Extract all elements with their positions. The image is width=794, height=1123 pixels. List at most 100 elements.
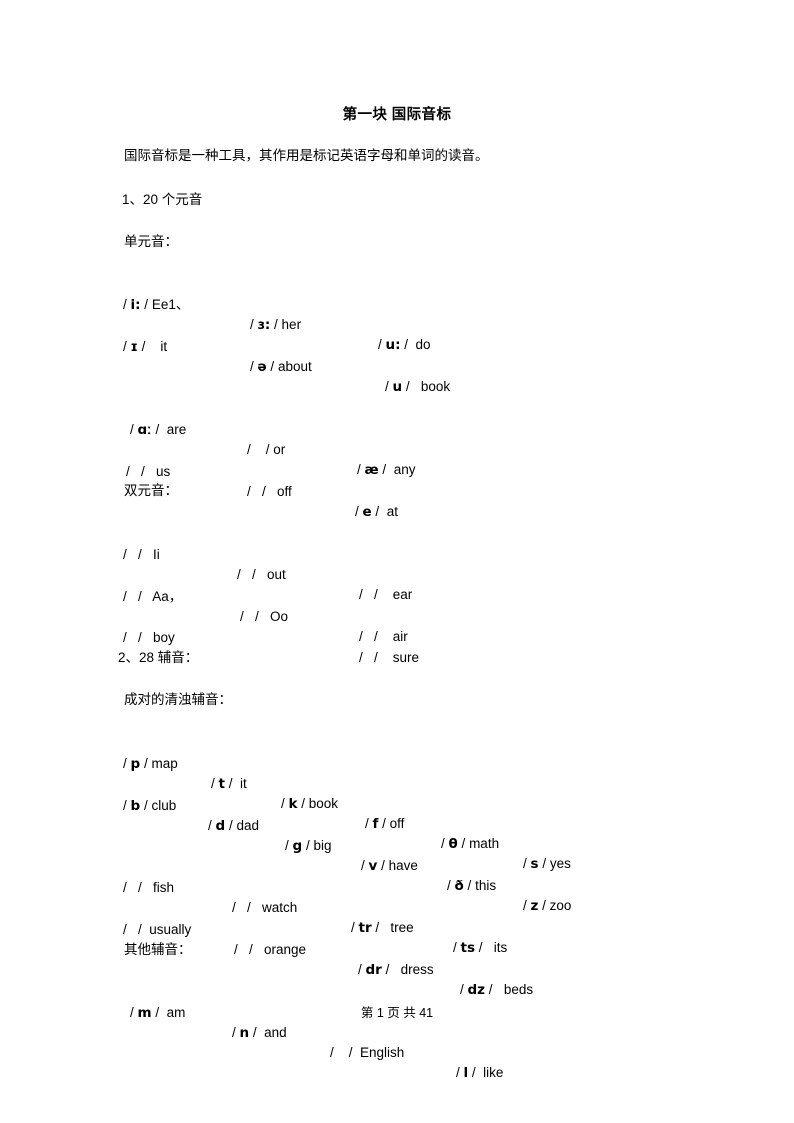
example-word: usually: [149, 922, 192, 937]
ipa-symbol: p: [130, 756, 141, 772]
phonetic-entry: / dr / dress: [358, 962, 434, 978]
voiceless-consonant-row: / p / map / t / it / k / book / f / off …: [0, 734, 794, 872]
example-word: book: [420, 379, 451, 394]
example-word: off: [277, 484, 292, 499]
example-word: do: [415, 337, 431, 352]
example-word: boy: [153, 630, 175, 645]
example-word: like: [483, 1065, 504, 1080]
other-consonant-row: / m / am / n / and / / English / l / lik…: [0, 983, 794, 1081]
example-word: orange: [264, 942, 307, 957]
phonetic-entry: / d / dad: [208, 818, 259, 834]
other-consonants-heading: 其他辅音：: [124, 942, 192, 957]
example-word: ear: [392, 587, 413, 602]
phonetic-entry: / æ / any: [357, 462, 416, 478]
example-word: air: [392, 629, 408, 644]
example-word: math: [469, 836, 500, 851]
ipa-symbol: u:: [385, 337, 401, 353]
phonetic-entry: / / air: [359, 629, 408, 644]
ipa-symbol: i:: [130, 297, 141, 313]
example-word: tree: [390, 920, 414, 935]
page-footer: 第 1 页 共 41: [360, 1006, 434, 1020]
phonetic-entry: / / off: [247, 484, 292, 499]
intro-paragraph: 国际音标是一种工具，其作用是标记英语字母和单词的读音。: [124, 148, 489, 163]
phonetic-entry: / p / map: [123, 756, 178, 772]
phonetic-entry: / l / like: [456, 1065, 504, 1081]
phonetic-entry: / ts / its: [453, 940, 508, 956]
ipa-symbol: dr: [365, 962, 382, 978]
example-word: big: [313, 838, 332, 853]
phonetic-entry: / ɪ / it: [123, 339, 168, 355]
phonetic-entry: / / boy: [123, 630, 175, 645]
example-word: and: [264, 1025, 287, 1040]
phonetic-entry: / f / off: [365, 816, 405, 832]
phonetic-entry: / n / and: [232, 1025, 287, 1041]
diphthong-heading: 双元音：: [124, 483, 178, 498]
phonetic-entry: / θ / math: [441, 836, 500, 852]
ipa-symbol: b: [130, 798, 141, 814]
monophthong-row-1: / i: / Ee1、 / ɜ: / her / u: / do: [0, 275, 794, 353]
ipa-symbol: ɑː: [137, 422, 152, 438]
example-word: sure: [392, 650, 420, 665]
ipa-symbol: e: [362, 504, 372, 520]
consonants-heading: 2、28 辅音：: [118, 650, 199, 665]
phonetic-entry: / tr / tree: [351, 920, 414, 936]
ipa-symbol: g: [292, 838, 303, 854]
phonetic-entry: / / ear: [359, 587, 413, 602]
example-word: dress: [400, 962, 434, 977]
example-word: Ii: [153, 547, 160, 562]
ipa-symbol: ð: [454, 878, 464, 894]
monophthong-row-2: / ɪ / it / ə / about / u / book: [0, 317, 794, 395]
voiceless-affricate-row: / / fish / / watch / tr / tree / ts / it…: [0, 858, 794, 956]
example-word: club: [151, 798, 177, 813]
phonetic-entry: / / Ii: [123, 547, 160, 562]
phonetic-entry: / / Aa，: [123, 589, 183, 604]
phonetic-entry: / b / club: [123, 798, 177, 814]
example-word: English: [360, 1045, 405, 1060]
diphthong-row-3: / / boy / / sure: [0, 608, 794, 665]
example-word: Ee1、: [151, 297, 190, 312]
ipa-symbol: æ: [364, 462, 379, 478]
phonetic-entry: / / fish: [123, 880, 175, 895]
page-title: 第一块 国际音标: [342, 107, 452, 123]
ipa-symbol: tr: [358, 920, 372, 936]
phonetic-entry: / ɑː / are: [130, 422, 187, 438]
diphthong-row-1: / / Ii / / out / / ear: [0, 525, 794, 602]
example-word: any: [393, 462, 416, 477]
phonetic-entry: / i: / Ee1、: [123, 297, 190, 313]
phonetic-entry: / k / book: [281, 796, 339, 812]
phonetic-entry: / ð / this: [447, 878, 497, 894]
monophthong-row-3: / ɑː / are / / or / æ / any: [0, 400, 794, 478]
monophthong-row-4: / / us / / off / e / at: [0, 442, 794, 520]
phonetic-entry: / u: / do: [378, 337, 431, 353]
example-word: at: [386, 504, 398, 519]
example-word: it: [160, 339, 168, 354]
phonetic-entry: / ə / about: [250, 359, 312, 375]
diphthong-row-2: / / Aa， / / Oo / / air: [0, 567, 794, 644]
paired-consonants-heading: 成对的清浊辅音：: [124, 692, 232, 707]
ipa-symbol: ɪ: [130, 339, 138, 355]
phonetic-entry: / / usually: [123, 922, 192, 937]
phonetic-entry: / g / big: [285, 838, 332, 854]
example-word: fish: [153, 880, 175, 895]
phonetic-entry: / u / book: [385, 379, 451, 395]
ipa-symbol: ə: [257, 359, 267, 375]
phonetic-entry: / / English: [330, 1045, 405, 1060]
document-page: 第一块 国际音标 国际音标是一种工具，其作用是标记英语字母和单词的读音。 1、2…: [0, 0, 794, 1123]
phonetic-entry: / e / at: [355, 504, 398, 520]
ipa-symbol: u: [392, 379, 403, 395]
ipa-symbol: ts: [460, 940, 476, 956]
example-word: book: [308, 796, 339, 811]
phonetic-entry: / / orange: [234, 942, 307, 957]
example-word: its: [493, 940, 508, 955]
example-word: about: [277, 359, 312, 374]
example-word: map: [151, 756, 178, 771]
example-word: us: [156, 464, 171, 479]
example-word: off: [389, 816, 405, 831]
phonetic-entry: / / sure: [359, 650, 420, 665]
example-word: dad: [236, 818, 259, 833]
vowels-heading: 1、20 个元音: [122, 192, 203, 207]
example-word: are: [166, 422, 187, 437]
voiced-affricate-row: / / usually / / orange / dr / dress / dz…: [0, 900, 794, 998]
example-word: this: [475, 878, 497, 893]
ipa-symbol: θ: [448, 836, 458, 852]
